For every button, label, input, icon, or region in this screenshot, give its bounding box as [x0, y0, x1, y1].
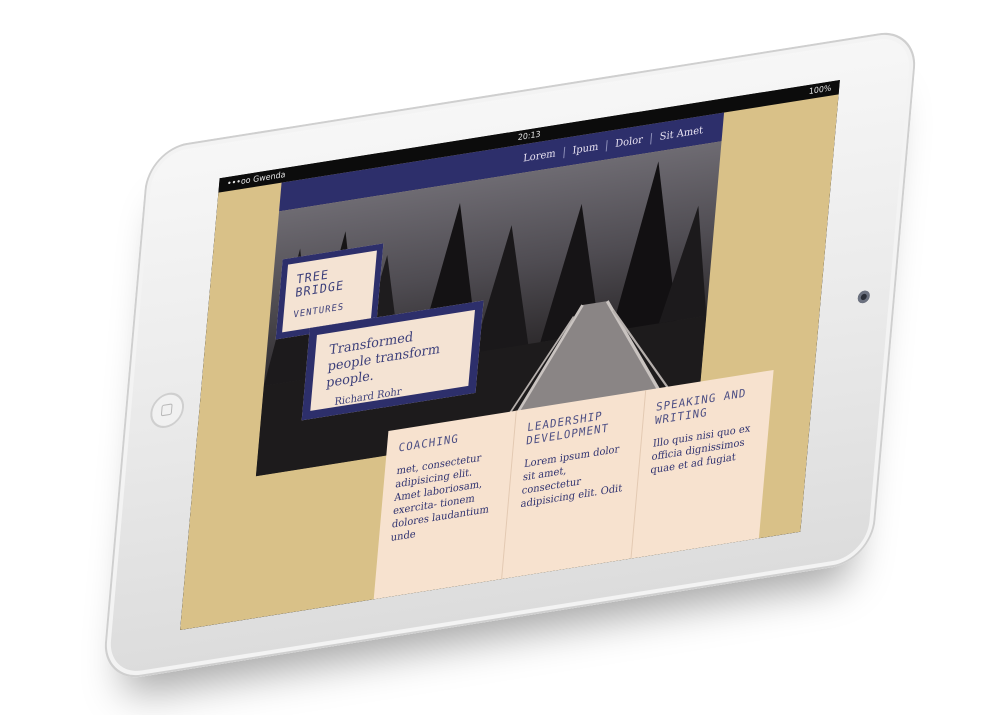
nav-item-dolor[interactable]: Dolor: [605, 132, 652, 151]
home-button[interactable]: [148, 390, 186, 431]
card-title: SPEAKING AND WRITING: [654, 386, 748, 428]
card-body: Lorem ipsum dolor sit amet, consectetur …: [520, 443, 623, 511]
ipad-screen: •••oo Gwenda 20:13 100% Lorem Ipum Dolor…: [180, 80, 840, 630]
ipad-mockup-scene: •••oo Gwenda 20:13 100% Lorem Ipum Dolor…: [0, 0, 1000, 715]
ipad-device: •••oo Gwenda 20:13 100% Lorem Ipum Dolor…: [101, 27, 919, 683]
card-title: LEADERSHIP DEVELOPMENT: [525, 409, 610, 448]
card-speaking-and-writing[interactable]: SPEAKING AND WRITING Illo quis nisi quo …: [631, 370, 773, 559]
card-leadership-development[interactable]: LEADERSHIP DEVELOPMENT Lorem ipsum dolor…: [502, 390, 646, 579]
nav-item-sit-amet[interactable]: Sit Amet: [650, 123, 712, 144]
nav-item-lorem[interactable]: Lorem: [515, 146, 564, 165]
nav-item-ipum[interactable]: Ipum: [563, 139, 607, 158]
card-body: Illo quis nisi quo ex officia dignissimo…: [649, 423, 751, 477]
card-coaching[interactable]: COACHING met, consectetur adipisicing el…: [373, 410, 518, 600]
logo-subtitle: VENTURES: [292, 302, 345, 321]
card-body: met, consectetur adipisicing elit. Amet …: [390, 452, 490, 545]
camera-icon: [857, 289, 871, 305]
